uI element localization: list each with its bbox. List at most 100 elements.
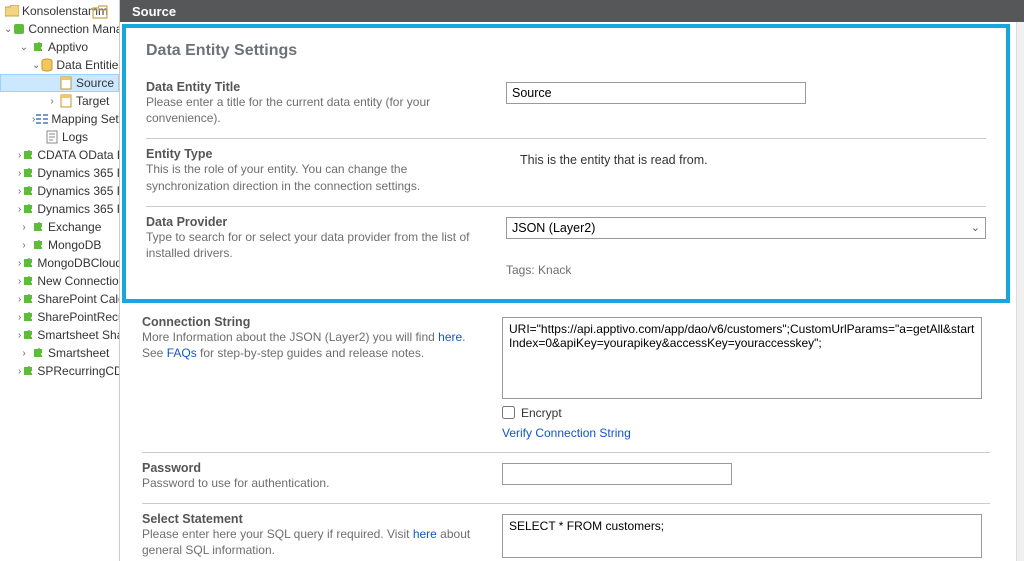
expander-icon[interactable]: ⌄ [18,42,30,53]
encrypt-checkbox[interactable] [502,406,515,419]
expander-icon: · [47,78,59,89]
tree-label: Smartsheet SharePoint [37,328,120,342]
field-label-password: Password [142,461,482,475]
puzzle-icon [21,147,35,163]
field-label-connstr: Connection String [142,315,482,329]
tree-sidebar: Konsolenstamm ⌄ Connection Manager ⌄ App… [0,0,120,561]
select-statement-textarea[interactable] [502,514,982,558]
database-icon [40,57,54,73]
tree-label: Smartsheet [48,346,109,360]
page-heading: Data Entity Settings [146,42,986,60]
tree-conn-item[interactable]: › MongoDB [0,236,119,254]
tree-label: Exchange [48,220,101,234]
tree-label: Mapping Settings [51,112,120,126]
puzzle-icon [12,21,26,37]
desc-text: for step-by-step guides and release note… [197,346,424,360]
connection-string-textarea[interactable] [502,317,982,399]
desc-text: Please enter here your SQL query if requ… [142,527,413,541]
tree-label: Connection Manager [28,22,120,36]
tree-label: MongoDB [48,238,101,252]
puzzle-icon [30,219,46,235]
panel-title: Source [132,4,176,19]
provider-tags: Tags: Knack [506,263,986,277]
page-icon [59,75,74,91]
expander-icon[interactable]: ⌄ [4,24,12,35]
puzzle-icon [21,183,35,199]
scrollbar[interactable] [1016,22,1024,561]
tree-conn-item[interactable]: ›New Connection [0,272,119,290]
tree-conn-item[interactable]: ›SharePoint Calendar Recu [0,290,119,308]
expander-icon: · [32,132,44,143]
tree-label: SPRecurringCDATA [37,364,120,378]
puzzle-icon [21,255,35,271]
puzzle-icon [21,363,35,379]
tree-label: SharePointRecurringEvent [37,310,120,324]
tree-label: Logs [62,130,88,144]
tree-mapping[interactable]: › Mapping Settings [0,110,119,128]
highlighted-section: Data Entity Settings Data Entity Title P… [122,24,1010,303]
tree-label: CDATA OData Dynamics 3 [37,148,120,162]
tree-conn-item[interactable]: › Smartsheet [0,344,119,362]
field-desc-title: Please enter a title for the current dat… [146,94,486,126]
tree-conn-item[interactable]: ›Smartsheet SharePoint [0,326,119,344]
tree-conn-item[interactable]: ›CDATA OData Dynamics 3 [0,146,119,164]
panel-titlebar: Source [120,0,1024,22]
tree-apptivo[interactable]: ⌄ Apptivo [0,38,119,56]
expander-icon[interactable]: ⌄ [32,60,40,71]
puzzle-icon [30,39,46,55]
puzzle-icon [21,165,35,181]
tree-logs[interactable]: · Logs [0,128,119,146]
data-entity-title-input[interactable] [506,82,806,104]
tree-label: SharePoint Calendar Recu [37,292,120,306]
tree-label: New Connection [37,274,120,288]
mapping-icon [35,111,49,127]
field-label-entity-type: Entity Type [146,147,486,161]
tree-conn-item[interactable]: ›MongoDBCloud [0,254,119,272]
field-desc-connstr: More Information about the JSON (Layer2)… [142,329,482,361]
expander-icon[interactable]: › [18,240,30,251]
field-label-title: Data Entity Title [146,80,486,94]
tree-source[interactable]: · Source [0,74,119,92]
faqs-link[interactable]: FAQs [167,346,197,360]
puzzle-icon [21,273,35,289]
desc-text: More Information about the JSON (Layer2)… [142,330,438,344]
page-icon [58,93,74,109]
tree-label: Source [76,76,114,90]
field-label-select-stmt: Select Statement [142,512,482,526]
expander-icon[interactable]: › [18,222,30,233]
tree-label: Dynamics 365 Financial Op [37,184,120,198]
log-icon [44,129,60,145]
here-link[interactable]: here [438,330,462,344]
folder-icon [4,3,20,19]
tree-label: Data Entities [56,58,120,72]
field-desc-entity-type: This is the role of your entity. You can… [146,161,486,193]
tree-target[interactable]: › Target [0,92,119,110]
verify-connection-link[interactable]: Verify Connection String [502,426,631,440]
puzzle-icon [21,201,35,217]
puzzle-icon [21,291,35,307]
encrypt-label: Encrypt [521,406,562,420]
tree-conn-item[interactable]: ›Dynamics 365 Financial Op [0,200,119,218]
puzzle-icon [21,327,35,343]
tree-conn-item[interactable]: ›Dynamics 365 Financial Op [0,164,119,182]
tree-conn-item[interactable]: › Exchange [0,218,119,236]
field-label-data-provider: Data Provider [146,215,486,229]
puzzle-icon [30,237,46,253]
field-desc-data-provider: Type to search for or select your data p… [146,229,486,261]
password-input[interactable] [502,463,732,485]
tree-conn-item[interactable]: ›SPRecurringCDATA [0,362,119,380]
puzzle-icon [21,309,35,325]
tree-label: Target [76,94,109,108]
tree-label: Dynamics 365 Financial Op [37,202,120,216]
data-provider-select[interactable] [506,217,986,239]
tree-label: MongoDBCloud [37,256,120,270]
here-link[interactable]: here [413,527,437,541]
expander-icon[interactable]: › [46,96,58,107]
tree-label: Dynamics 365 Financial Op [37,166,120,180]
tree-conn-item[interactable]: ›SharePointRecurringEvent [0,308,119,326]
folder-icon [87,1,113,23]
tree-data-entities[interactable]: ⌄ Data Entities [0,56,119,74]
tree-conn-item[interactable]: ›Dynamics 365 Financial Op [0,182,119,200]
entity-type-value: This is the entity that is read from. [506,149,986,167]
expander-icon[interactable]: › [18,348,30,359]
